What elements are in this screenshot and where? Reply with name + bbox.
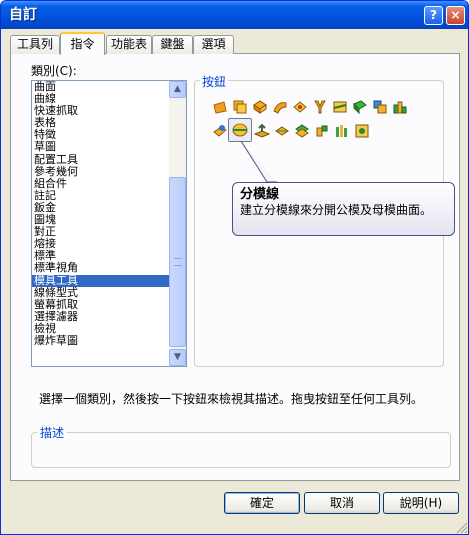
tooltip-pointer-icon (240, 141, 277, 183)
tooling-icon[interactable] (352, 121, 372, 141)
category-list-item[interactable]: 標準視角 (32, 262, 170, 274)
window-title: 自訂 (9, 7, 37, 23)
help-title-button[interactable]: ? (424, 6, 443, 25)
instruction-text: 選擇一個類別，然後按一下按鈕來檢視其描述。拖曳按鈕至任何工具列。 (39, 392, 424, 406)
category-listbox[interactable]: 曲面 曲線 快速抓取 表格 特徵 草圖 配置工具 參考幾何 組合件 註記 鈑金 圖塊 對正 熔接 標準 標準視… (31, 80, 187, 367)
category-list-item[interactable]: 模具工具 (32, 274, 170, 287)
core-side-icon[interactable] (312, 121, 332, 141)
undercut-detection-icon[interactable] (390, 97, 410, 117)
scroll-down-arrow-icon[interactable]: ▼ (169, 349, 186, 366)
category-list: 曲面 曲線 快速抓取 表格 特徵 草圖 配置工具 參考幾何 組合件 註記 鈑金 圖塊 對正 熔接 標準 標準視… (32, 81, 186, 347)
parting-surface-icon[interactable] (252, 121, 272, 141)
offset-surface-icon[interactable] (230, 97, 250, 117)
cancel-button[interactable]: 取消 (304, 492, 380, 514)
core-icon[interactable] (310, 97, 330, 117)
planar-surface-icon[interactable] (210, 97, 230, 117)
tooltip-title: 分模線 (240, 187, 280, 202)
help-button[interactable]: 說明(H) (383, 492, 459, 514)
draft-analysis-icon[interactable] (350, 97, 370, 117)
scroll-grip-icon (174, 258, 182, 266)
resize-grip-icon[interactable] (456, 522, 468, 534)
category-list-item[interactable]: 配置工具 (32, 153, 170, 166)
close-title-button[interactable]: × (446, 6, 465, 25)
buttons-group-title: 按鈕 (200, 73, 229, 90)
ruled-surface-icon[interactable] (250, 97, 270, 117)
scale-icon[interactable] (370, 97, 390, 117)
command-icon-row-1 (210, 97, 410, 115)
tab-keyboard[interactable]: 鍵盤 (152, 35, 193, 54)
ruled-surface-2-icon[interactable] (272, 121, 292, 141)
split-surface-icon[interactable] (270, 97, 290, 117)
tab-commands[interactable]: 指令 (60, 32, 105, 55)
title-bar[interactable]: 自訂 ? × (1, 1, 468, 29)
insert-mold-folder-icon[interactable] (210, 121, 230, 141)
description-group-title: 描述 (37, 424, 68, 441)
tooltip-body: 建立分模線來分開公模及母模曲面。 (240, 203, 433, 217)
tab-menus[interactable]: 功能表 (106, 35, 152, 54)
command-icon-row-2 (210, 118, 372, 142)
category-list-item[interactable]: 爆炸草圖 (32, 334, 170, 347)
tooling-split-icon[interactable] (330, 97, 350, 117)
category-scrollbar[interactable]: ▲ ▼ (169, 81, 186, 366)
ok-button[interactable]: 確定 (224, 492, 300, 514)
scroll-thumb[interactable] (169, 177, 186, 347)
tab-toolbars[interactable]: 工具列 (10, 35, 60, 54)
category-list-item[interactable]: 參考幾何 (32, 165, 170, 178)
category-list-item[interactable]: 草圖 (32, 141, 170, 153)
category-label: 類別(C): (31, 64, 77, 78)
thickness-analysis-icon[interactable] (332, 121, 352, 141)
customize-dialog: 自訂 ? × 工具列 指令 功能表 鍵盤 選項 類別(C): 曲面 曲線 快速抓取表… (0, 0, 469, 535)
tab-options[interactable]: 選項 (193, 35, 234, 54)
category-list-item[interactable]: 螢幕抓取 (32, 298, 170, 311)
scroll-up-arrow-icon[interactable]: ▲ (169, 81, 186, 98)
cavity-icon[interactable] (292, 121, 312, 141)
description-group-box (31, 432, 451, 468)
category-list-item[interactable]: 線條型式 (32, 286, 170, 299)
parting-line-icon[interactable] (228, 118, 252, 142)
shut-off-surface-icon[interactable] (290, 97, 310, 117)
tooltip: 分模線 建立分模線來分開公模及母模曲面。 (232, 182, 455, 236)
